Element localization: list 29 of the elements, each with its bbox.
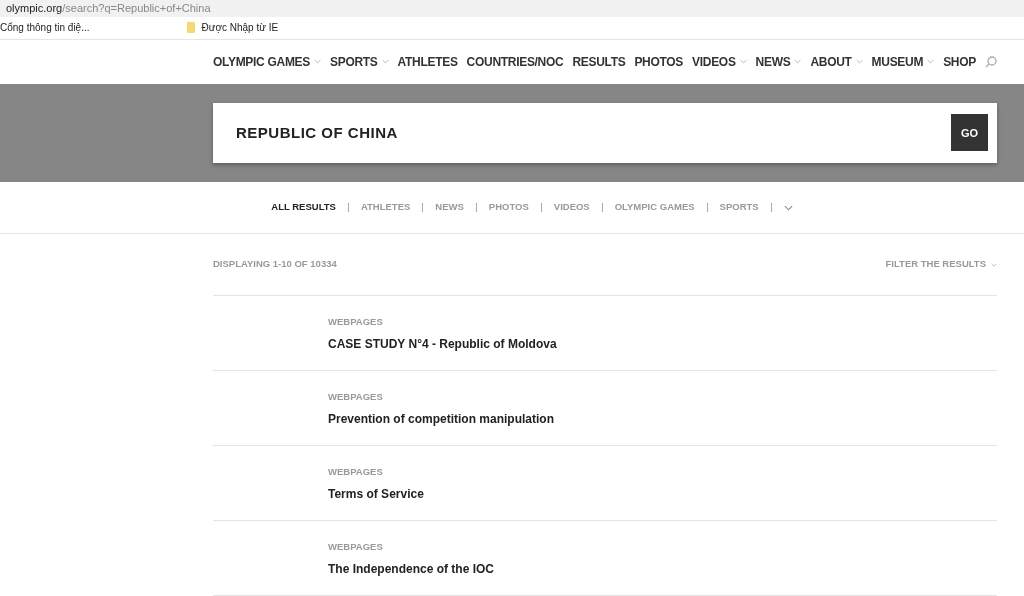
nav-link[interactable]: MUSEUM (871, 52, 935, 71)
results-count: DISPLAYING 1-10 OF 10334 (213, 257, 337, 272)
chevron-down-icon (783, 204, 793, 211)
nav-link[interactable]: OLYMPIC GAMES (213, 52, 321, 71)
result-title[interactable]: Terms of Service (328, 485, 997, 504)
search-field[interactable]: REPUBLIC OF CHINA GO (213, 102, 997, 163)
nav-link[interactable]: RESULTS (572, 52, 626, 71)
result-category: WEBPAGES (328, 465, 384, 479)
result-title[interactable]: Prevention of competition manipulation (328, 410, 997, 429)
folder-icon (185, 22, 196, 34)
nav-link[interactable]: ATHLETES (397, 52, 458, 71)
result-category: WEBPAGES (328, 390, 384, 404)
nav-link[interactable]: COUNTRIES/NOC (466, 52, 564, 71)
nav-link[interactable]: SPORTS (330, 52, 389, 71)
result-title[interactable]: The Independence of the IOC (328, 560, 997, 579)
result-category: WEBPAGES (328, 540, 384, 554)
nav-link[interactable]: ABOUT (810, 52, 863, 71)
nav-link[interactable]: NEWS (755, 52, 802, 71)
bookmark[interactable]: Cổng thông tin điệ... (0, 20, 90, 36)
nav-link[interactable]: VIDEOS (692, 52, 747, 71)
result-title[interactable]: CASE STUDY N°4 - Republic of Moldova (328, 335, 997, 354)
nav-link[interactable]: PHOTOS (634, 52, 684, 71)
filter-tab[interactable]: ALL RESULTS (271, 200, 336, 215)
result-category: WEBPAGES (328, 315, 384, 329)
search-icon[interactable] (984, 55, 997, 68)
go-button[interactable]: GO (951, 114, 988, 152)
nav-link[interactable]: SHOP (943, 52, 976, 71)
bookmark[interactable]: Được Nhập từ IE (119, 20, 279, 36)
chevron-down-icon (991, 262, 997, 267)
